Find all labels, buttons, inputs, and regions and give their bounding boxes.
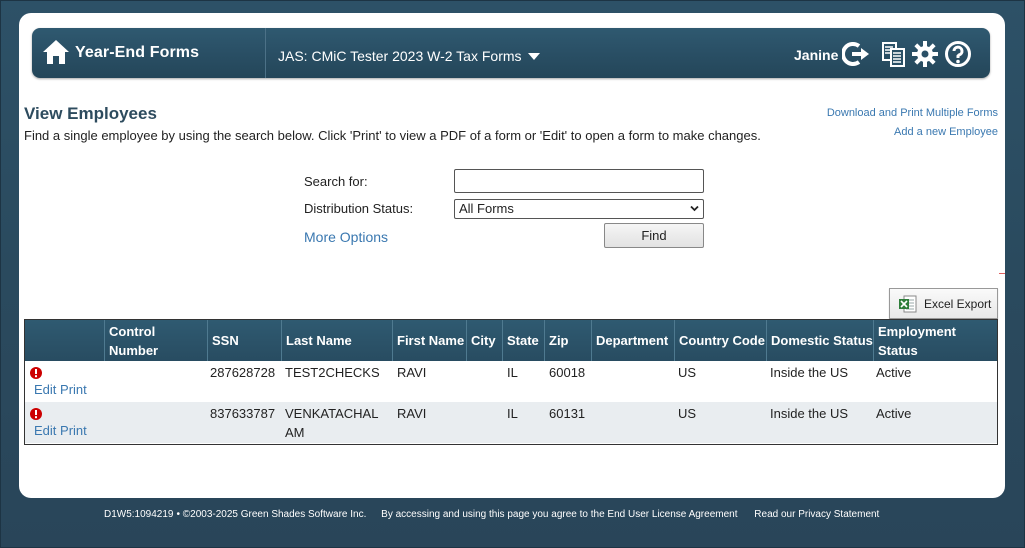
column-header-employment-status[interactable]: Employment Status	[873, 320, 997, 361]
alert-icon	[30, 367, 42, 379]
column-header-last-name[interactable]: Last Name	[281, 320, 392, 361]
print-link[interactable]: Print	[60, 382, 87, 397]
chevron-down-icon	[690, 205, 699, 212]
table-row: Edit Print 837633787 VENKATACHAL AM RAVI…	[25, 402, 997, 443]
search-label: Search for:	[304, 174, 368, 189]
excel-export-label: Excel Export	[924, 296, 992, 311]
divider-tick	[999, 273, 1005, 274]
footer-build: D1W5:1094219	[104, 509, 174, 520]
cell-first-name: RAVI	[397, 406, 427, 421]
column-header-domestic-status[interactable]: Domestic Status	[766, 320, 873, 361]
logout-icon[interactable]	[842, 40, 870, 68]
cell-last-name: TEST2CHECKS	[285, 365, 380, 380]
find-button[interactable]: Find	[604, 223, 704, 248]
row-actions: Edit Print	[34, 423, 87, 438]
cell-ssn: 287628728	[210, 365, 276, 380]
help-icon[interactable]	[944, 40, 972, 68]
column-header-actions	[25, 320, 104, 361]
table-row: Edit Print 287628728 TEST2CHECKS RAVI IL…	[25, 361, 997, 402]
excel-export-button[interactable]: Excel Export	[889, 288, 998, 319]
cell-country-code: US	[678, 365, 697, 380]
column-header-control-number[interactable]: Control Number	[104, 320, 207, 361]
table-header: Control Number SSN Last Name First Name …	[25, 320, 997, 361]
column-header-zip[interactable]: Zip	[544, 320, 591, 361]
user-name[interactable]: Janine	[794, 47, 838, 63]
header-divider	[265, 28, 266, 78]
cell-first-name: RAVI	[397, 365, 427, 380]
cell-employment-status: Active	[876, 365, 912, 380]
cell-last-name: VENKATACHAL AM	[285, 406, 378, 440]
column-header-department[interactable]: Department	[591, 320, 674, 361]
download-multiple-forms-link[interactable]: Download and Print Multiple Forms	[827, 107, 998, 119]
column-header-country-code[interactable]: Country Code	[674, 320, 766, 361]
add-employee-link[interactable]: Add a new Employee	[894, 126, 998, 138]
column-header-city[interactable]: City	[466, 320, 502, 361]
column-header-state[interactable]: State	[502, 320, 544, 361]
app-header: Year-End Forms JAS: CMiC Tester 2023 W-2…	[32, 28, 990, 78]
column-header-first-name[interactable]: First Name	[392, 320, 466, 361]
cell-domestic-status: Inside the US	[770, 406, 849, 421]
form-selector-label: JAS: CMiC Tester 2023 W-2 Tax Forms	[278, 48, 522, 64]
cell-country-code: US	[678, 406, 697, 421]
search-input[interactable]	[454, 169, 704, 193]
cell-employment-status: Active	[876, 406, 912, 421]
edit-link[interactable]: Edit	[34, 423, 56, 438]
home-icon[interactable]	[42, 39, 70, 65]
column-header-ssn[interactable]: SSN	[207, 320, 281, 361]
distribution-status-label: Distribution Status:	[304, 201, 414, 216]
cell-zip: 60018	[549, 365, 586, 380]
page-footer: D1W5:1094219 • ©2003-2025 Green Shades So…	[104, 509, 887, 520]
alert-icon	[30, 408, 42, 420]
cell-domestic-status: Inside the US	[770, 365, 849, 380]
license-agreement-link[interactable]: By accessing and using this page you agr…	[381, 509, 737, 520]
cell-zip: 60131	[549, 406, 586, 421]
print-link[interactable]: Print	[60, 423, 87, 438]
employees-table: Control Number SSN Last Name First Name …	[24, 319, 998, 445]
distribution-status-select[interactable]: All Forms	[454, 199, 704, 219]
row-actions: Edit Print	[34, 382, 87, 397]
form-selector[interactable]: JAS: CMiC Tester 2023 W-2 Tax Forms	[278, 48, 540, 64]
cell-state: IL	[507, 365, 518, 380]
more-options-link[interactable]: More Options	[304, 229, 388, 245]
page-title: View Employees	[24, 104, 157, 123]
edit-link[interactable]: Edit	[34, 382, 56, 397]
privacy-statement-link[interactable]: Read our Privacy Statement	[754, 509, 879, 520]
excel-icon	[899, 295, 917, 312]
gear-icon[interactable]	[911, 40, 939, 68]
distribution-status-value: All Forms	[459, 201, 514, 216]
page-instructions: Find a single employee by using the sear…	[24, 128, 761, 143]
cell-state: IL	[507, 406, 518, 421]
main-card: Year-End Forms JAS: CMiC Tester 2023 W-2…	[19, 13, 1005, 498]
documents-icon[interactable]	[880, 40, 908, 68]
cell-ssn: 837633787	[210, 406, 276, 421]
app-brand[interactable]: Year-End Forms	[75, 44, 199, 62]
caret-down-icon	[527, 52, 540, 60]
footer-copyright: • ©2003-2025 Green Shades Software Inc.	[176, 509, 367, 520]
